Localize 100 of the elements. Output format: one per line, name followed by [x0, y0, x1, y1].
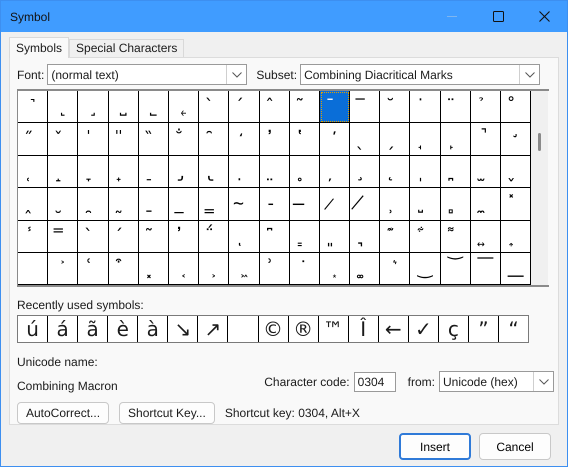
symbol-cell[interactable]: ̋ [18, 123, 48, 156]
symbol-cell[interactable]: ˻ [48, 91, 78, 124]
symbol-cell[interactable]: ͗ [260, 252, 290, 286]
scrollbar[interactable] [531, 91, 548, 286]
symbol-cell[interactable]: ̝ [48, 156, 78, 188]
symbol-cell[interactable]: ̧ [350, 156, 380, 188]
symbol-cell[interactable]: ̀ [78, 220, 109, 253]
symbol-cell[interactable]: ̌ [48, 123, 78, 156]
dropdown-caret-icon[interactable] [538, 378, 548, 384]
symbol-cell[interactable]: ͞ [470, 252, 501, 286]
symbol-cell[interactable]: ̿ [48, 220, 78, 253]
symbol-cell[interactable]: ͍ [470, 220, 501, 253]
tab[interactable]: Symbols [9, 37, 70, 58]
symbol-cell[interactable]: ̦ [320, 156, 350, 188]
symbol-cell[interactable]: ̻ [440, 188, 471, 221]
dropdown-caret-icon[interactable] [524, 72, 535, 78]
symbol-cell[interactable]: ́ [108, 220, 139, 253]
close-icon[interactable] [538, 11, 550, 22]
symbol-cell[interactable]: ̜ [18, 156, 48, 188]
symbol-cell[interactable]: ˾ [138, 91, 169, 124]
symbol-cell[interactable]: ̞ [78, 156, 109, 188]
symbol-cell[interactable]: ͚ [350, 252, 380, 286]
symbol-cell[interactable]: ́ [229, 91, 260, 124]
symbol-cell[interactable]: ̺ [410, 188, 441, 221]
symbol-cell[interactable]: ͘ [290, 252, 320, 286]
symbol-cell[interactable]: ˿ [168, 91, 200, 124]
symbol-cell[interactable]: ͖ [229, 252, 260, 286]
symbol-cell[interactable]: ˼ [78, 91, 109, 124]
symbol-cell[interactable]: ̈́ [199, 220, 230, 253]
symbol-cell[interactable]: ̹ [380, 188, 410, 221]
symbol-cell[interactable]: ̓ [260, 123, 290, 156]
symbol-cell[interactable]: ̉ [470, 91, 501, 124]
symbol-cell[interactable]: ̔ [290, 123, 320, 156]
symbol-cell[interactable]: ̘ [410, 123, 441, 156]
symbol-cell[interactable]: ̙ [440, 123, 471, 156]
symbol-cell[interactable]: ̭ [18, 188, 48, 221]
symbol-cell[interactable]: ̠ [138, 156, 169, 188]
tab[interactable]: Special Characters [69, 39, 184, 57]
symbol-cell[interactable]: ̣ [229, 156, 260, 188]
symbol-cell[interactable]: ̀ [199, 91, 230, 124]
symbol-cell[interactable]: ̈ [440, 91, 471, 124]
symbol-cell[interactable]: ̤ [260, 156, 290, 188]
symbol-cell[interactable]: ͂ [138, 220, 169, 253]
symbol-cell[interactable]: ̡ [168, 156, 200, 188]
symbol-cell[interactable]: ̐ [168, 123, 200, 156]
symbol-cell[interactable]: ̯ [78, 188, 109, 221]
symbol-cell[interactable]: ̎ [108, 123, 139, 156]
symbol-cell[interactable]: ͆ [260, 220, 290, 253]
symbol-cell[interactable]: ̢ [199, 156, 230, 188]
symbol-cell[interactable]: ͙ [320, 252, 350, 286]
symbol-cell[interactable]: ̾ [18, 220, 48, 253]
symbol-cell[interactable]: ̇ [410, 91, 441, 124]
symbol-cell[interactable]: ͕ [199, 252, 230, 286]
symbol-cell[interactable]: ̸ [350, 188, 380, 221]
symbol-cell[interactable]: ͑ [78, 252, 109, 286]
symbol-cell[interactable]: ̑ [199, 123, 230, 156]
symbol-cell[interactable]: ͛ [380, 252, 410, 286]
symbol-cell[interactable]: ͉ [350, 220, 380, 253]
symbol-cell[interactable]: ̵ [260, 188, 290, 221]
dialog-button[interactable]: Cancel [479, 433, 551, 460]
symbol-cell[interactable]: ̟ [108, 156, 139, 188]
symbol-cell[interactable]: ̪ [440, 156, 471, 188]
symbol-cell[interactable]: ̂ [260, 91, 290, 124]
symbol-cell[interactable] [18, 252, 48, 286]
font-dropdown[interactable]: (normal text) [47, 64, 248, 85]
dropdown-caret-icon[interactable] [232, 72, 242, 78]
symbol-cell[interactable]: ͝ [440, 252, 471, 286]
symbol-cell[interactable]: ˺ [18, 91, 48, 124]
symbol-cell[interactable]: ̩ [410, 156, 441, 188]
symbol-cell[interactable]: ̰ [108, 188, 139, 221]
symbol-cell[interactable]: ̷ [320, 188, 350, 221]
symbol-cell[interactable]: ̚ [470, 123, 501, 156]
symbol-cell[interactable]: ͌ [440, 220, 471, 253]
symbol-cell[interactable]: ̒ [229, 123, 260, 156]
symbol-cell[interactable]: ̮ [48, 188, 78, 221]
symbol-cell[interactable]: ͓ [138, 252, 169, 286]
symbol-cell[interactable]: ̫ [470, 156, 501, 188]
symbol-cell[interactable]: ̕ [320, 123, 350, 156]
symbol-cell[interactable]: ͐ [48, 252, 78, 286]
symbol-cell[interactable]: ̅ [350, 91, 380, 124]
symbol-cell[interactable]: ͅ [229, 220, 260, 253]
symbol-cell[interactable]: ̨ [380, 156, 410, 188]
maximize-icon[interactable] [492, 11, 504, 22]
character-code-field[interactable]: 0304 [354, 372, 396, 392]
recent-symbol[interactable]: “ [499, 316, 528, 342]
symbol-cell[interactable]: ̆ [380, 91, 410, 124]
symbol-cell[interactable]: ͊ [380, 220, 410, 253]
autocorrect-button[interactable]: AutoCorrect... [17, 402, 110, 424]
symbol-cell[interactable]: ͒ [108, 252, 139, 286]
subset-dropdown[interactable]: Combining Diacritical Marks [300, 64, 540, 85]
symbol-cell[interactable]: ͔ [168, 252, 200, 286]
symbol-cell[interactable]: ̄ [320, 91, 350, 124]
symbol-cell[interactable]: ͜ [410, 252, 441, 286]
symbol-cell[interactable]: ˽ [108, 91, 139, 124]
symbol-cell[interactable]: ̼ [470, 188, 501, 221]
symbol-cell[interactable]: ͇ [290, 220, 320, 253]
symbol-cell[interactable]: ̥ [290, 156, 320, 188]
symbol-cell[interactable]: ̍ [78, 123, 109, 156]
shortcut-key-button[interactable]: Shortcut Key... [119, 402, 215, 424]
symbol-cell[interactable]: ̳ [199, 188, 230, 221]
